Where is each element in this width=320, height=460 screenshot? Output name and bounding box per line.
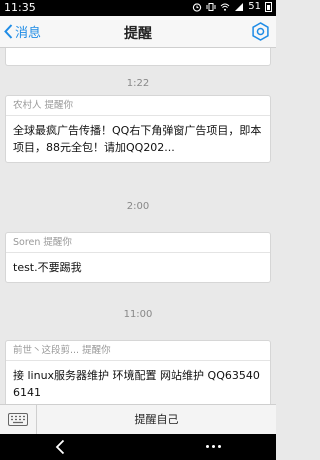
- status-icons: 51: [192, 1, 272, 12]
- timestamp: 11:00: [123, 309, 153, 320]
- system-nav-bar: [0, 434, 276, 460]
- reminder-sender: Soren 提醒你: [6, 233, 270, 253]
- timestamp: 1:22: [126, 78, 150, 89]
- input-bar: 提醒自己: [0, 404, 276, 434]
- system-back-icon[interactable]: [55, 439, 65, 455]
- timestamp: 2:00: [126, 201, 150, 212]
- reminder-text: 全球最疯广告传播！QQ右下角弹窗广告项目，即本项目，88元全包！请加QQ202.…: [13, 124, 262, 154]
- status-time: 11:35: [4, 1, 36, 14]
- battery-icon: [265, 1, 272, 12]
- reminder-sender: 前世丶这段剪... 提醒你: [6, 341, 270, 361]
- screen: 11:35 51 消息 提醒 1:22 农村人 提醒你 全球最疯广告传播！QQ右…: [0, 0, 276, 460]
- status-bar: 11:35 51: [0, 0, 276, 16]
- keyboard-toggle[interactable]: [0, 405, 37, 434]
- keyboard-icon: [8, 413, 28, 426]
- reminder-sender: 农村人 提醒你: [6, 96, 270, 116]
- partial-card: [5, 48, 271, 66]
- wifi-icon: [220, 3, 230, 11]
- reminder-text: test.不要踢我: [13, 261, 82, 274]
- battery-level: 51: [248, 1, 261, 12]
- alarm-icon: [193, 2, 202, 12]
- reminder-card[interactable]: 农村人 提醒你 全球最疯广告传播！QQ右下角弹窗广告项目，即本项目，88元全包！…: [5, 95, 271, 163]
- reminder-text: 接 linux服务器维护 环境配置 网站维护 QQ635406141: [13, 369, 260, 399]
- gear-icon[interactable]: [251, 22, 270, 41]
- self-remind-button[interactable]: 提醒自己: [37, 405, 276, 434]
- reminder-card[interactable]: 前世丶这段剪... 提醒你 接 linux服务器维护 环境配置 网站维护 QQ6…: [5, 340, 271, 404]
- nav-bar: 消息 提醒: [0, 16, 276, 48]
- more-icon[interactable]: [206, 445, 221, 448]
- signal-icon: [235, 2, 244, 11]
- page-title: 提醒: [124, 26, 152, 42]
- reminder-list[interactable]: 1:22 农村人 提醒你 全球最疯广告传播！QQ右下角弹窗广告项目，即本项目，8…: [0, 48, 276, 404]
- vibrate-icon: [206, 2, 216, 11]
- reminder-card[interactable]: Soren 提醒你 test.不要踢我: [5, 232, 271, 283]
